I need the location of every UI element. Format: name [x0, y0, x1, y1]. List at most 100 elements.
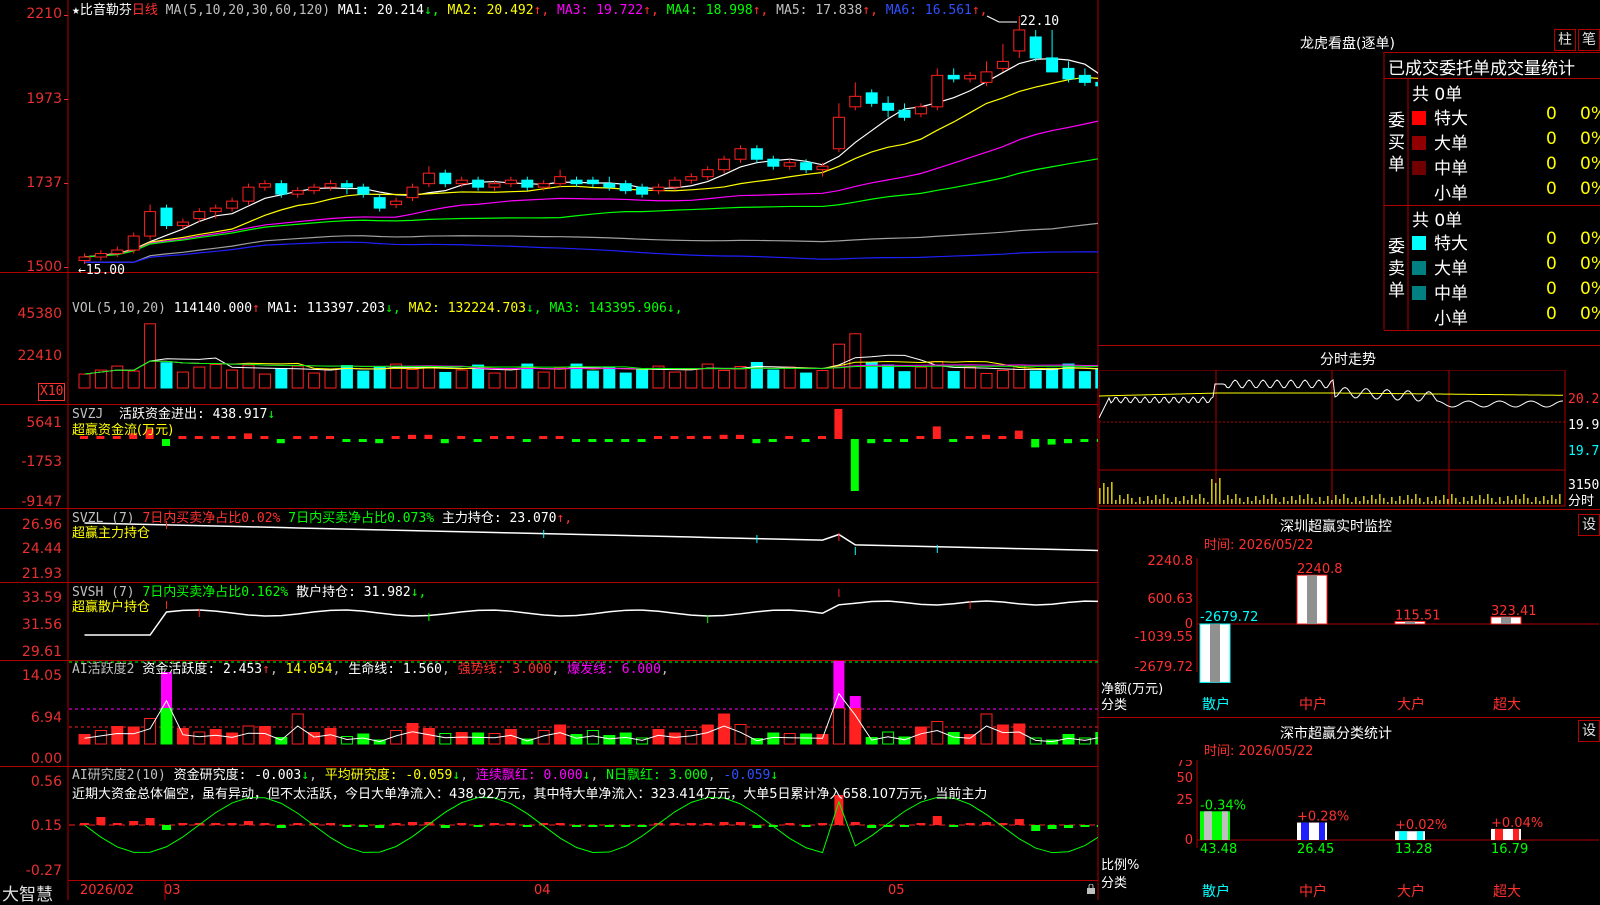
- sz-monitor-settings-button[interactable]: 设: [1578, 514, 1600, 536]
- y-tick: 2210: [26, 6, 62, 22]
- x-tick: 05: [888, 883, 905, 898]
- color-swatch: [1412, 111, 1426, 125]
- bar-shade: [1301, 822, 1309, 840]
- sz-class-ylabel: 比例%: [1101, 858, 1140, 873]
- research-bar: [686, 823, 696, 825]
- y-tick: 22410: [17, 348, 62, 364]
- candle: [898, 109, 911, 118]
- candle: [390, 200, 403, 206]
- activity-bar: [242, 725, 255, 745]
- candle: [340, 183, 353, 188]
- order-stat-row: 中单 0 0%: [1412, 154, 1600, 179]
- fund-flow-bar: [309, 436, 318, 439]
- intraday-volume-bar: [1127, 494, 1129, 504]
- research-bar: [932, 816, 942, 825]
- intraday-volume-bar: [1227, 495, 1229, 504]
- activity-bar: [570, 734, 583, 745]
- candlestick-chart[interactable]: [69, 0, 1098, 272]
- bar-mode-button[interactable]: 柱: [1554, 29, 1576, 51]
- order-type: 中单: [1434, 159, 1468, 179]
- intraday-chart[interactable]: [1099, 370, 1567, 508]
- candle: [275, 183, 288, 195]
- y-tick: 2240.8: [1148, 555, 1194, 569]
- volume-bar: [144, 323, 157, 389]
- ma-params: MA(5,10,20,30,60,120): [165, 3, 331, 18]
- research-bar: [522, 825, 532, 827]
- candle: [701, 169, 714, 178]
- research-bar: [1080, 825, 1090, 827]
- intraday-volume-bar: [1559, 494, 1561, 504]
- tick-mode-button[interactable]: 笔: [1578, 29, 1600, 51]
- intraday-volume-bar: [1511, 500, 1513, 504]
- candle: [472, 179, 485, 188]
- intraday-volume-bar: [1331, 500, 1333, 504]
- sz-class-chart[interactable]: 7550 25 0 43.48 -0.34% 散户 26.45 +0.28% 中户 13.28 +0…: [1099, 760, 1600, 900]
- fund-flow-bar: [555, 436, 564, 439]
- category-label: 大户: [1397, 696, 1425, 713]
- fund-flow-bar: [719, 434, 728, 439]
- svsh-legend: SVSH (7) 7日内买卖净占比0.162% 散户持仓: 31.982↓,: [72, 585, 427, 600]
- intraday-volume-bar: [1159, 499, 1161, 504]
- period-label[interactable]: 日线: [132, 3, 158, 18]
- sz-class-settings-button[interactable]: 设: [1578, 720, 1600, 742]
- order-type: 大单: [1434, 134, 1468, 154]
- research-bar: [900, 825, 909, 827]
- main-legend: ★比音勒芬日线 MA(5,10,20,30,60,120) MA1: 20.21…: [72, 3, 988, 19]
- stock-name[interactable]: ★比音勒芬: [72, 3, 132, 18]
- research-bar: [112, 823, 122, 825]
- y-tick: -2679.72: [1135, 660, 1193, 675]
- fund-flow-bar: [686, 436, 695, 439]
- intraday-volume-bar: [1275, 498, 1277, 504]
- candle: [193, 211, 206, 220]
- y-tick: 29.61: [21, 644, 62, 660]
- activity-bar: [160, 707, 173, 745]
- candle: [783, 162, 796, 167]
- candle: [931, 74, 944, 108]
- order-stat-row: 小单 0 0%: [1412, 304, 1600, 329]
- y-tick: 25: [1176, 793, 1193, 808]
- fund-flow-bar: [998, 436, 1007, 439]
- y-tick: 31.56: [21, 617, 62, 633]
- category-label: 超大: [1493, 884, 1521, 900]
- volume-bar: [439, 371, 452, 389]
- order-type: 特大: [1434, 109, 1468, 129]
- activity-bar: [111, 726, 124, 745]
- volume-bar: [882, 364, 895, 389]
- lock-icon[interactable]: [1086, 884, 1096, 895]
- volume-bar: [455, 369, 468, 389]
- fund-flow-bar: [260, 436, 269, 439]
- research-bar: [604, 825, 614, 827]
- volume-chart[interactable]: [69, 273, 1098, 404]
- fund-flow-bar: [440, 439, 449, 444]
- volume-bar: [619, 372, 632, 389]
- fund-flow-bar: [408, 434, 416, 439]
- order-stat-row: 大单 0 0%: [1412, 129, 1600, 154]
- intraday-volume-bar: [1379, 494, 1381, 504]
- volume-bar: [324, 368, 337, 389]
- bar-value: 16.79: [1491, 842, 1528, 857]
- research-bar: [457, 823, 467, 825]
- volume-bar: [603, 367, 616, 389]
- volume-bar: [668, 371, 681, 389]
- sz-class-title: 深市超赢分类统计: [1280, 726, 1392, 742]
- fund-flow-bar: [752, 439, 761, 444]
- activity-bar: [455, 732, 468, 745]
- fund-flow-bar: [883, 439, 892, 442]
- holding-line: [84, 600, 1098, 636]
- intraday-volume-bar: [1139, 497, 1141, 504]
- volume-bar: [718, 369, 731, 389]
- order-type: 特大: [1434, 234, 1468, 254]
- sz-monitor-chart[interactable]: 2240.8600.630-1039.55-2679.72-2679.72散户2…: [1099, 555, 1600, 717]
- fund-flow-bar: [227, 436, 236, 439]
- order-stat-row: 小单 0 0%: [1412, 179, 1600, 204]
- research-bar: [326, 823, 335, 825]
- vol-unit-badge[interactable]: X10: [38, 383, 66, 401]
- research-bar: [867, 825, 877, 828]
- fund-flow-bar: [375, 439, 384, 444]
- intraday-volume-bar: [1471, 496, 1473, 504]
- sz-monitor-time: 时间: 2026/05/22: [1204, 538, 1314, 553]
- intraday-volume-bar: [1303, 499, 1305, 504]
- intraday-avg-line: [1099, 392, 1564, 397]
- research-bar: [801, 825, 811, 827]
- y-tick: 0.56: [30, 774, 62, 790]
